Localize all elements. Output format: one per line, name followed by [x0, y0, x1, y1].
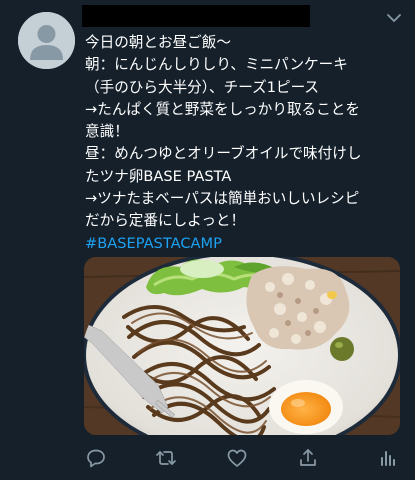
tweet-text: 今日の朝とお昼ご飯〜 朝：にんじんしりしり、ミニパンケーキ （手のひら大半分）、… [85, 32, 405, 255]
tweet-text-line: →たんぱく質と野菜をしっかり取ることを [85, 100, 360, 118]
tweet-text-line: →ツナたまベーパスは簡単おいしいレシピ [85, 190, 360, 208]
tweet-text-line: たツナ卵BASE PASTA [85, 167, 232, 185]
tweet-text-line: 朝：にんじんしりしり、ミニパンケーキ [85, 56, 348, 74]
tweet-photo[interactable] [84, 257, 400, 435]
tweet-text-line: 意識！ [85, 123, 129, 141]
food-photo [84, 257, 400, 435]
tweet-actions [84, 446, 400, 470]
tweet[interactable]: 今日の朝とお昼ご飯〜 朝：にんじんしりしり、ミニパンケーキ （手のひら大半分）、… [0, 0, 415, 480]
avatar[interactable] [18, 12, 75, 69]
retweet-icon[interactable] [154, 446, 178, 470]
analytics-icon[interactable] [376, 446, 400, 470]
tweet-text-line: （手のひら大半分）、チーズ1ピース [85, 78, 320, 96]
share-icon[interactable] [296, 446, 320, 470]
chevron-down-icon[interactable] [385, 10, 403, 26]
hashtag-link[interactable]: #BASEPASTACAMP [85, 233, 405, 255]
heart-icon[interactable] [225, 446, 249, 470]
tweet-text-line: 今日の朝とお昼ご飯〜 [85, 34, 231, 51]
tweet-text-line: だから定番にしよっと！ [85, 212, 246, 230]
reply-icon[interactable] [84, 446, 108, 470]
tweet-text-line: 昼：めんつゆとオリーブオイルで味付けし [85, 145, 362, 163]
default-avatar-icon [18, 12, 75, 69]
redacted-username [82, 5, 310, 27]
